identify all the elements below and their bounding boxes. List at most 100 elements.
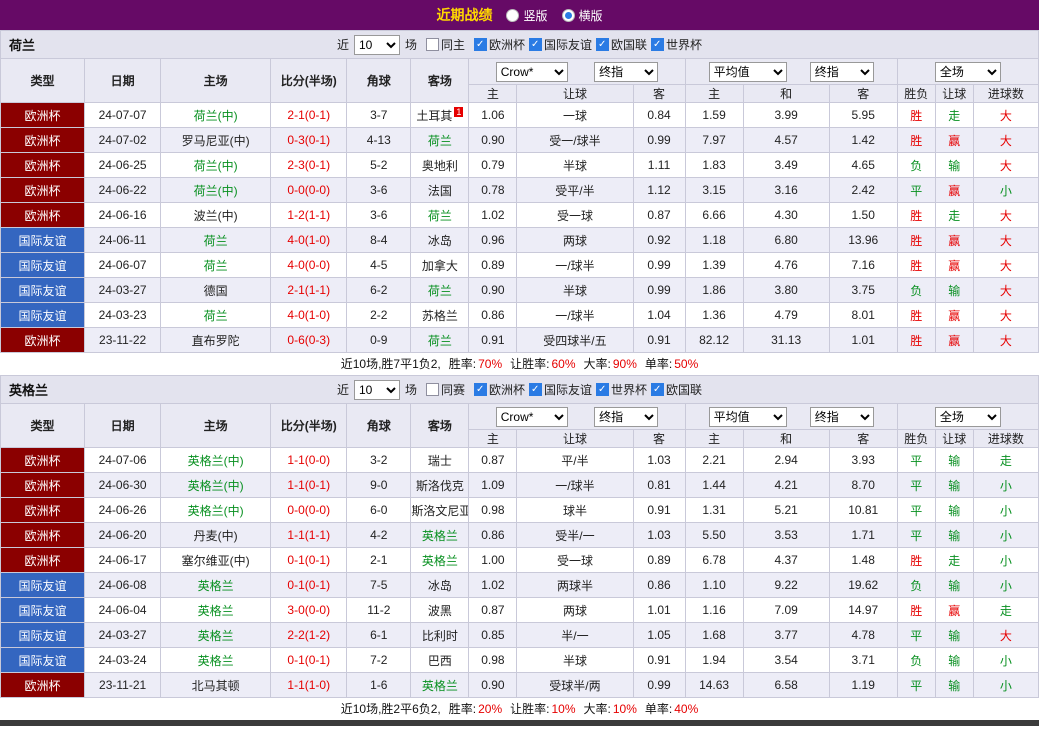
euro-odds-draw: 4.21 — [742, 472, 830, 498]
result-goals: 小 — [972, 547, 1039, 573]
competition-checkbox[interactable]: 欧洲杯 — [473, 381, 525, 398]
handicap-odds-away: 0.92 — [632, 227, 686, 253]
match-date: 24-07-07 — [84, 102, 162, 128]
corner-count: 4-13 — [346, 127, 412, 153]
summary-line: 近10场,胜7平1负2, 胜率: 70% 让胜率: 60% 大率: 90% 单率: 50% — [0, 353, 1039, 375]
team-section: 英格兰 近 10 场 同赛 欧洲杯国际友谊世界杯欧国联 类型 日期 主场 比分(… — [0, 375, 1039, 720]
view-option-vertical[interactable]: 竖版 — [506, 7, 548, 24]
same-filter-checkbox[interactable]: 同主 — [425, 36, 465, 53]
company-stage-select[interactable]: 终指 — [594, 406, 659, 427]
result-outcome: 胜 — [896, 202, 936, 228]
scope-select[interactable]: 全场 — [934, 61, 1001, 82]
match-row: 国际友谊 24-03-27 英格兰 2-2(1-2) 6-1 比利时 0.85 半/一 1.05… — [0, 622, 1039, 648]
handicap-odds-group: Crow* 终指 — [468, 58, 686, 85]
euro-odds-away: 3.75 — [828, 277, 898, 303]
handicap-odds-home: 0.87 — [468, 597, 518, 623]
handicap-odds-away: 0.99 — [632, 252, 686, 278]
euro-odds-home: 1.39 — [684, 252, 744, 278]
competition-checkbox[interactable]: 欧国联 — [596, 36, 647, 53]
average-odds-select[interactable]: 平均值 — [708, 61, 787, 82]
average-odds-select[interactable]: 平均值 — [708, 406, 787, 427]
col-subheader-eu-draw: 和 — [742, 429, 830, 448]
away-team: 英格兰 — [410, 547, 470, 573]
match-type-cell: 国际友谊 — [0, 252, 86, 278]
competition-checkbox[interactable]: 欧洲杯 — [473, 36, 525, 53]
match-date: 24-06-26 — [84, 497, 162, 523]
handicap-odds-away: 0.89 — [632, 547, 686, 573]
away-team: 斯洛文尼亚 — [410, 497, 470, 523]
match-date: 24-06-20 — [84, 522, 162, 548]
euro-odds-home: 1.10 — [684, 572, 744, 598]
result-handicap: 赢 — [934, 127, 974, 153]
match-date: 24-06-04 — [84, 597, 162, 623]
result-goals: 大 — [972, 102, 1039, 128]
result-outcome: 平 — [896, 177, 936, 203]
radio-icon — [561, 8, 575, 22]
competition-checkbox[interactable]: 国际友谊 — [529, 36, 592, 53]
result-goals: 走 — [972, 597, 1039, 623]
col-subheader-handicap-result: 让球 — [934, 429, 974, 448]
home-team: 英格兰(中) — [160, 497, 272, 523]
home-team: 波兰(中) — [160, 202, 272, 228]
bottom-edge — [0, 720, 1039, 726]
result-goals: 小 — [972, 177, 1039, 203]
scope-select[interactable]: 全场 — [934, 406, 1001, 427]
competition-checkbox[interactable]: 世界杯 — [596, 381, 647, 398]
euro-odds-away: 1.19 — [828, 672, 898, 698]
corner-count: 5-2 — [346, 152, 412, 178]
corner-count: 6-2 — [346, 277, 412, 303]
result-outcome: 胜 — [896, 547, 936, 573]
euro-odds-home: 6.78 — [684, 547, 744, 573]
score: 4-0(1-0) — [270, 302, 348, 328]
match-type-cell: 欧洲杯 — [0, 472, 86, 498]
corner-count: 1-6 — [346, 672, 412, 698]
result-goals: 小 — [972, 572, 1039, 598]
match-row: 欧洲杯 24-06-30 英格兰(中) 1-1(0-1) 9-0 斯洛伐克 1.09 一/球半… — [0, 472, 1039, 498]
result-outcome: 胜 — [896, 252, 936, 278]
average-stage-select[interactable]: 终指 — [809, 61, 874, 82]
match-date: 24-06-30 — [84, 472, 162, 498]
odds-company-select[interactable]: Crow* — [495, 61, 568, 82]
company-stage-select[interactable]: 终指 — [594, 61, 659, 82]
result-handicap: 赢 — [934, 597, 974, 623]
result-goals: 大 — [972, 127, 1039, 153]
home-team: 直布罗陀 — [160, 327, 272, 353]
result-outcome: 胜 — [896, 127, 936, 153]
match-date: 24-06-25 — [84, 152, 162, 178]
score: 0-6(0-3) — [270, 327, 348, 353]
match-row: 欧洲杯 23-11-22 直布罗陀 0-6(0-3) 0-9 荷兰 0.91 受四球半/五 0.… — [0, 327, 1039, 353]
result-goals: 大 — [972, 277, 1039, 303]
competition-checkbox[interactable]: 国际友谊 — [529, 381, 592, 398]
euro-odds-draw: 7.09 — [742, 597, 830, 623]
handicap-line: 受半/一 — [516, 522, 634, 548]
same-filter-checkbox[interactable]: 同赛 — [425, 381, 465, 398]
score: 0-1(0-1) — [270, 547, 348, 573]
col-header-away: 客场 — [410, 403, 470, 448]
match-row: 国际友谊 24-03-24 英格兰 0-1(0-1) 7-2 巴西 0.98 半球 0.91 1.… — [0, 647, 1039, 673]
match-type-cell: 欧洲杯 — [0, 127, 86, 153]
filter-games-label: 场 — [404, 38, 417, 52]
handicap-odds-away: 0.99 — [632, 127, 686, 153]
view-option-horizontal[interactable]: 横版 — [561, 7, 603, 24]
checkbox-icon — [473, 37, 487, 51]
euro-odds-away: 7.16 — [828, 252, 898, 278]
summary-stat-value: 60% — [551, 357, 576, 371]
average-stage-select[interactable]: 终指 — [809, 406, 874, 427]
odds-company-select[interactable]: Crow* — [495, 406, 568, 427]
competition-checkbox[interactable]: 世界杯 — [651, 36, 702, 53]
match-date: 24-07-06 — [84, 447, 162, 473]
euro-odds-home: 1.59 — [684, 102, 744, 128]
corner-count: 8-4 — [346, 227, 412, 253]
col-header-date: 日期 — [84, 58, 162, 103]
score: 0-1(0-1) — [270, 572, 348, 598]
score: 1-1(0-0) — [270, 447, 348, 473]
away-team: 法国 — [410, 177, 470, 203]
result-goals: 大 — [972, 227, 1039, 253]
away-team: 奥地利 — [410, 152, 470, 178]
recent-count-select[interactable]: 10 — [353, 34, 400, 55]
match-type-cell: 欧洲杯 — [0, 672, 86, 698]
competition-checkbox[interactable]: 欧国联 — [651, 381, 702, 398]
recent-count-select[interactable]: 10 — [353, 379, 400, 400]
euro-odds-home: 1.83 — [684, 152, 744, 178]
checkbox-icon — [596, 382, 610, 396]
